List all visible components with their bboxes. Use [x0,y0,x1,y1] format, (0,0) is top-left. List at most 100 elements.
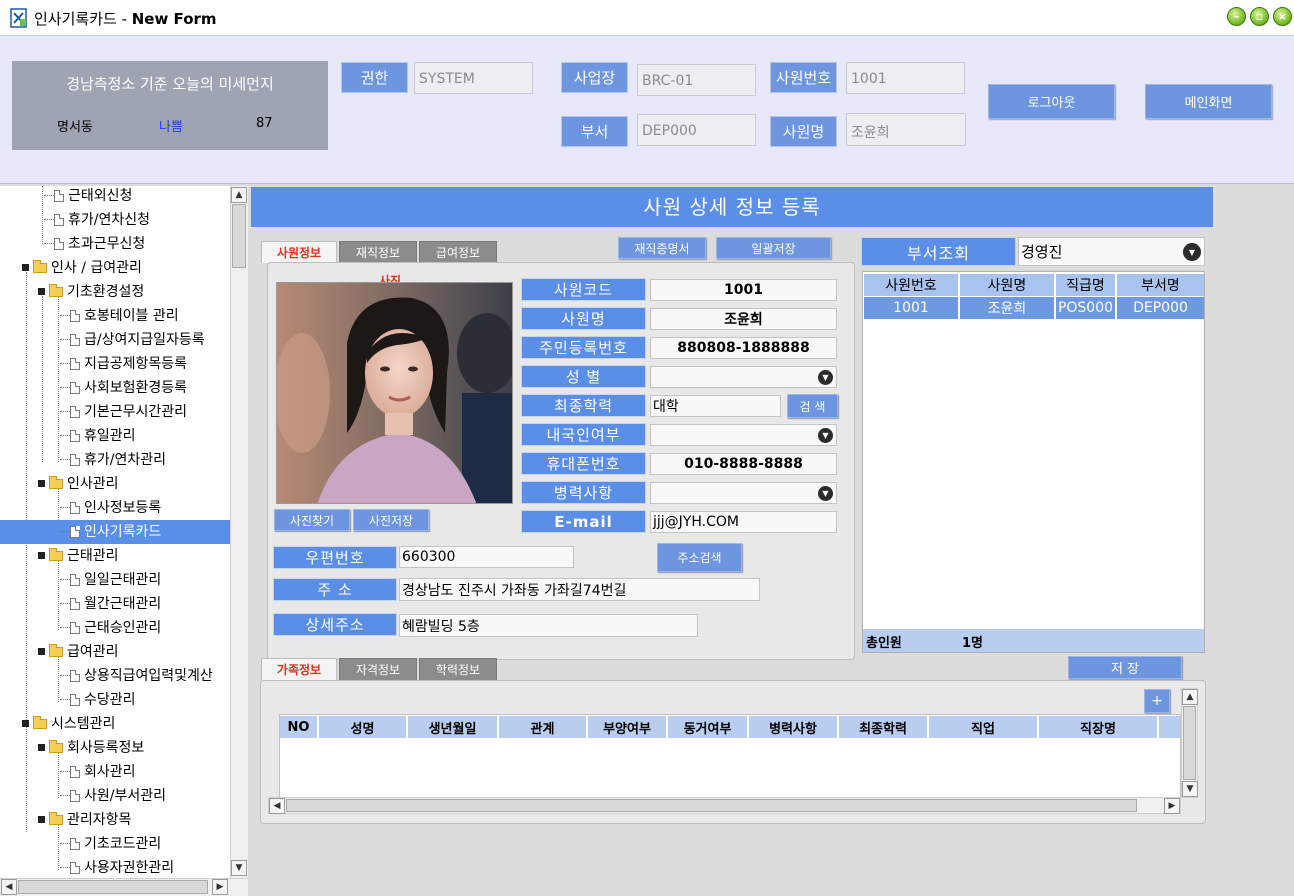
site-field[interactable]: BRC-01 [637,64,756,96]
maximize-icon[interactable]: ▫ [1250,7,1269,26]
scroll-thumb[interactable] [232,204,246,268]
tree-item-deduction-items[interactable]: 지급공제항목등록 [60,352,187,376]
tree-horizontal-scrollbar[interactable]: ◀ ▶ [0,878,248,896]
address-field[interactable]: 경상남도 진주시 가좌동 가좌길74번길 [399,578,760,601]
tab-salary-info[interactable]: 급여정보 [419,241,497,263]
tree-item-hr-manage[interactable]: 인사관리 [38,472,119,496]
tree-item-company-info[interactable]: 회사등록정보 [38,736,144,760]
phone-field[interactable]: 010-8888-8888 [650,453,837,475]
scroll-down-icon[interactable]: ▼ [231,860,247,876]
employment-certificate-button[interactable]: 재직증명서 [618,237,706,259]
tab-employment-info[interactable]: 재직정보 [339,241,417,263]
scroll-up-icon[interactable]: ▲ [1182,689,1198,705]
tree-item-overtime-request[interactable]: 초과근무신청 [44,232,145,256]
chevron-down-icon[interactable]: ▼ [1183,243,1201,261]
collapse-icon[interactable] [22,264,29,271]
tree-item-pay-date[interactable]: 급/상여지급일자등록 [60,328,205,352]
tree-item-absence-request[interactable]: 근태외신청 [44,186,132,208]
family-header-military[interactable]: 병력사항 [749,716,838,738]
chevron-down-icon[interactable]: ▼ [818,486,833,501]
collapse-icon[interactable] [38,552,45,559]
tree-item-company-manage[interactable]: 회사관리 [60,760,136,784]
tab-employee-info[interactable]: 사원정보 [261,241,337,263]
scroll-down-icon[interactable]: ▼ [1182,781,1198,797]
tree-item-work-hours[interactable]: 기본근무시간관리 [60,400,187,424]
grid-cell[interactable]: 조윤희 [960,297,1055,319]
tree-item-system[interactable]: 시스템관리 [22,712,115,736]
detail-address-field[interactable]: 혜람빌딩 5층 [399,614,698,637]
save-photo-button[interactable]: 사진저장 [353,509,429,531]
collapse-icon[interactable] [38,744,45,751]
employee-code-field[interactable]: 1001 [650,279,837,301]
tree-vertical-scrollbar[interactable]: ▲ ▼ [230,186,248,878]
education-field[interactable]: 대학 [650,395,781,417]
email-field[interactable]: jjj@JYH.COM [650,511,837,533]
grid-header-name[interactable]: 사원명 [960,274,1055,296]
tree-item-user-permission[interactable]: 사용자권한관리 [60,856,174,880]
chevron-down-icon[interactable]: ▼ [818,428,833,443]
tab-qualification-info[interactable]: 자격정보 [339,658,417,680]
find-photo-button[interactable]: 사진찾기 [274,509,350,531]
scroll-up-icon[interactable]: ▲ [231,187,247,203]
department-field[interactable]: DEP000 [637,114,756,146]
tree-item-basic-settings[interactable]: 기초환경설정 [38,280,144,304]
scroll-thumb[interactable] [18,880,208,894]
tree-item-admin[interactable]: 관리자항목 [38,808,131,832]
employee-name-field[interactable]: 조윤희 [846,113,966,146]
family-header-no[interactable]: NO [280,716,318,738]
family-horizontal-scrollbar[interactable]: ◀ ▶ [268,797,1181,814]
tree-item-attendance[interactable]: 근태관리 [38,544,119,568]
scroll-thumb[interactable] [1183,706,1196,780]
collapse-icon[interactable] [38,288,45,295]
tree-item-hr-payroll[interactable]: 인사 / 급여관리 [22,256,142,280]
grid-header-emp-no[interactable]: 사원번호 [864,274,959,296]
scroll-left-icon[interactable]: ◀ [269,798,285,814]
minimize-icon[interactable]: – [1227,7,1246,26]
scroll-right-icon[interactable]: ▶ [212,879,228,895]
tab-education-info[interactable]: 학력정보 [419,658,497,680]
employee-number-field[interactable]: 1001 [846,62,965,94]
tree-item-leave-manage[interactable]: 휴가/연차관리 [60,448,166,472]
main-screen-button[interactable]: 메인화면 [1145,84,1272,119]
department-lookup-select[interactable]: 경영진 ▼ [1018,237,1205,266]
family-header-cohabit[interactable]: 동거여부 [668,716,748,738]
add-row-button[interactable]: + [1144,689,1170,713]
scroll-right-icon[interactable]: ▶ [1164,798,1180,814]
close-icon[interactable]: × [1273,7,1292,26]
education-search-button[interactable]: 검 색 [787,394,838,418]
tree-item-payroll[interactable]: 급여관리 [38,640,119,664]
tree-item-daily-attendance[interactable]: 일일근태관리 [60,568,161,592]
name-field[interactable]: 조윤희 [650,308,837,330]
scroll-left-icon[interactable]: ◀ [1,879,17,895]
tree-item-leave-request[interactable]: 휴가/연차신청 [44,208,150,232]
tree-item-holiday[interactable]: 휴일관리 [60,424,136,448]
tree-item-allowance[interactable]: 수당관리 [60,688,136,712]
tree-item-attendance-approval[interactable]: 근태승인관리 [60,616,161,640]
tree-item-hr-record-card[interactable]: 인사기록카드 [0,520,230,544]
tree-item-base-code[interactable]: 기초코드관리 [60,832,161,856]
gender-select[interactable]: ▼ [650,366,837,388]
tree-item-hr-info-register[interactable]: 인사정보등록 [60,496,161,520]
address-search-button[interactable]: 주소검색 [657,543,742,572]
collapse-icon[interactable] [38,816,45,823]
tab-family-info[interactable]: 가족정보 [261,658,337,680]
resident-number-field[interactable]: 880808-1888888 [650,337,837,359]
family-header-relation[interactable]: 관계 [499,716,587,738]
grid-cell[interactable]: POS000 [1056,297,1116,319]
family-header-education[interactable]: 최종학력 [839,716,928,738]
family-header-dependent[interactable]: 부양여부 [588,716,667,738]
grid-header-rank[interactable]: 직급명 [1056,274,1116,296]
tree-item-emp-dept-manage[interactable]: 사원/부서관리 [60,784,166,808]
nationality-select[interactable]: ▼ [650,424,837,446]
tree-item-social-insurance[interactable]: 사회보험환경등록 [60,376,187,400]
save-all-button[interactable]: 일괄저장 [716,237,831,259]
zip-code-field[interactable]: 660300 [399,546,574,568]
collapse-icon[interactable] [22,720,29,727]
save-button[interactable]: 저 장 [1068,656,1182,679]
grid-header-dept[interactable]: 부서명 [1117,274,1204,296]
logout-button[interactable]: 로그아웃 [988,84,1115,119]
tree-item-pay-grade-table[interactable]: 호봉테이블 관리 [60,304,179,328]
family-vertical-scrollbar[interactable]: ▲ ▼ [1181,688,1198,798]
permission-field[interactable]: SYSTEM [414,62,533,94]
family-header-job[interactable]: 직업 [929,716,1038,738]
